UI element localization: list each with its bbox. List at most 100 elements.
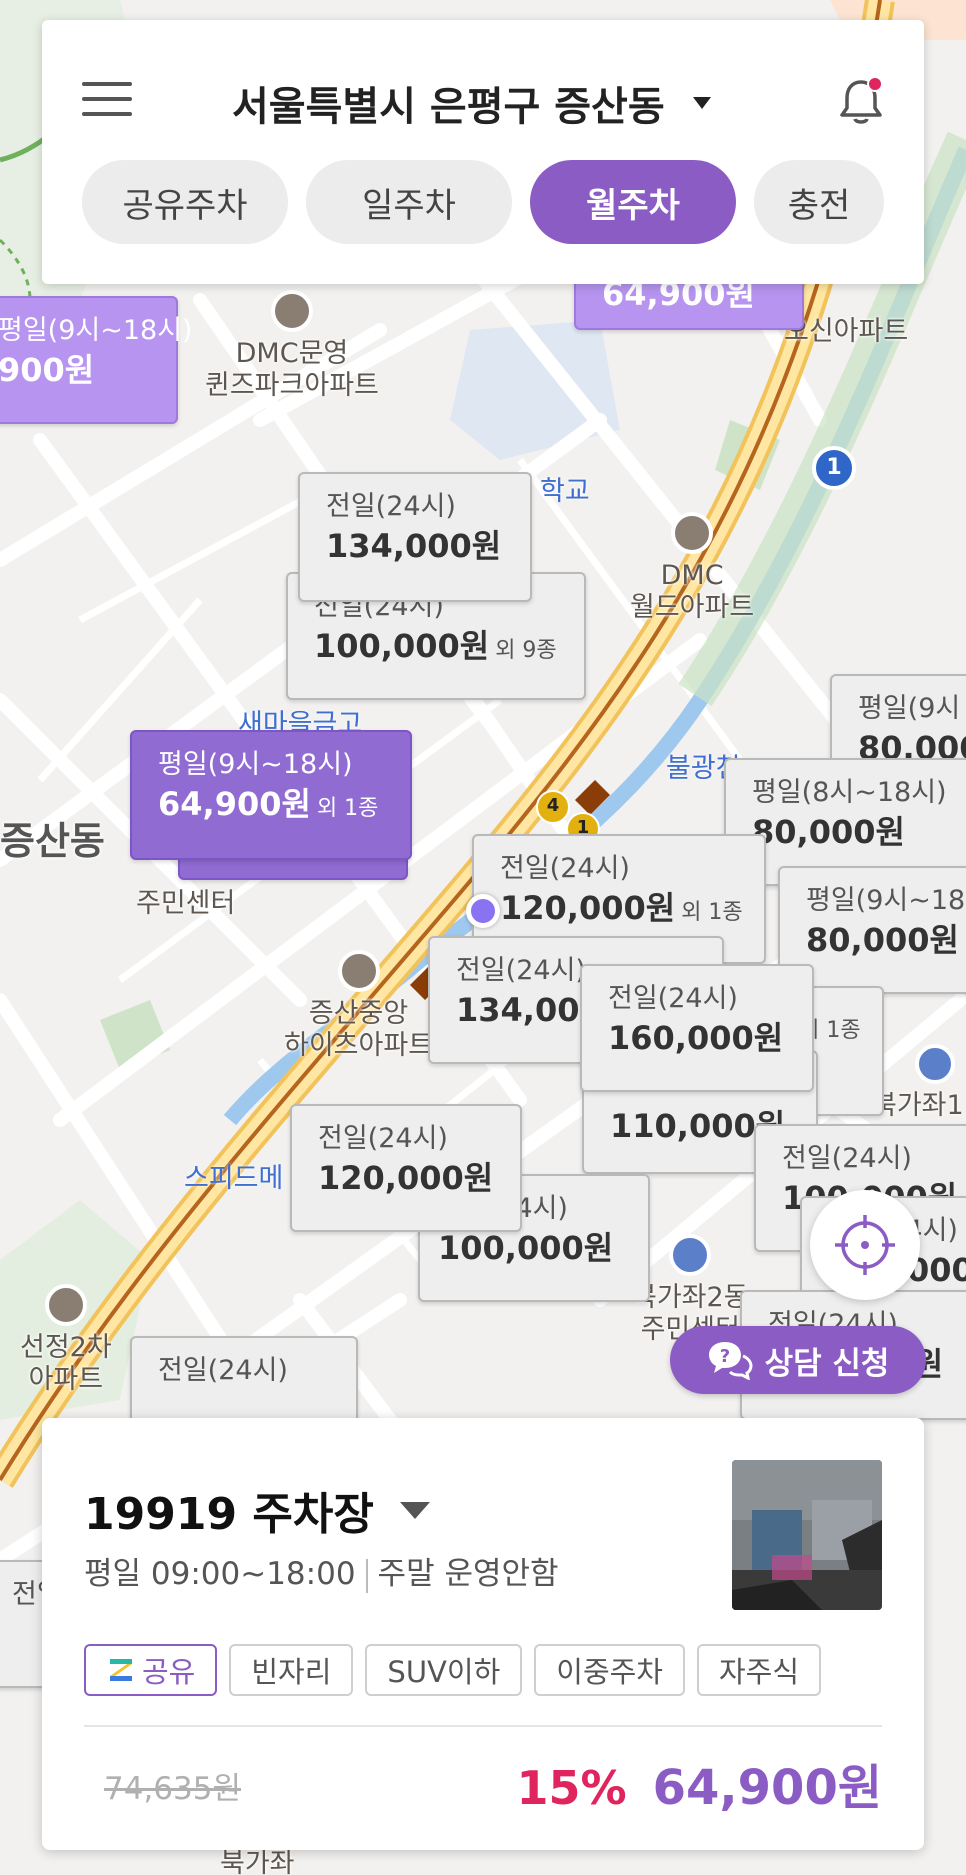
place-line: 증산중앙: [308, 998, 409, 1029]
place-line: 북가좌: [220, 1848, 295, 1875]
parking-lot-photo[interactable]: [732, 1460, 882, 1610]
marker-label: 전일: [12, 1579, 62, 1610]
marker-label: 전일(24시): [608, 983, 738, 1014]
share-z-icon: [110, 1659, 132, 1681]
marker-price: 100,000원: [438, 1229, 614, 1267]
bell-icon[interactable]: [838, 76, 884, 126]
locate-me-button[interactable]: [810, 1190, 920, 1300]
place-speed: 스피드메: [184, 1163, 284, 1194]
place-line: 퀸즈파크아파트: [205, 370, 379, 401]
marker-price: 120,000원: [500, 889, 676, 927]
marker-price: 160,000원: [608, 1019, 784, 1057]
tag-double-parking: 이중주차: [534, 1644, 685, 1696]
price-marker[interactable]: 전일(24시) 120,000원: [290, 1104, 522, 1232]
price-marker[interactable]: 전일(24시) 134,000원: [298, 472, 532, 602]
place-line: 학교: [540, 476, 590, 507]
marker-price: 100,000원: [314, 627, 490, 665]
government-pin-icon: [669, 1234, 712, 1276]
place-school: 학교: [540, 476, 590, 508]
discount-rate: 15%: [516, 1761, 627, 1815]
price-row: 15% 64,900원: [517, 1748, 883, 1818]
place-seonjeong: 선정2차 아파트: [20, 1284, 112, 1396]
marker-label: 평일(9시~18시): [0, 315, 193, 346]
lot-name: 19919 주차장: [84, 1489, 374, 1540]
subway-line-badge: 1: [812, 446, 856, 490]
road-badge: 4: [536, 790, 570, 824]
apartment-pin-icon: [270, 290, 313, 332]
marker-price: 900원: [0, 351, 95, 389]
marker-price: 80,000원: [806, 921, 959, 959]
current-location-dot: [466, 894, 500, 928]
photo-image: [732, 1460, 882, 1610]
place-line: 북가좌119: [872, 1090, 966, 1121]
marker-price: 64,900원: [158, 785, 311, 823]
chat-question-icon: ?: [708, 1342, 753, 1380]
weekday-hours: 평일 09:00~18:00: [84, 1556, 356, 1592]
price-marker[interactable]: 평일(9시~18시) 900원: [0, 296, 193, 424]
operating-hours: 평일 09:00~18:00 주말 운영안함: [84, 1548, 559, 1593]
area-jeungsan: 증산동: [0, 819, 105, 863]
marker-more: 외 1종: [316, 796, 379, 821]
place-line: DMC: [660, 560, 724, 591]
card-divider: [84, 1725, 882, 1727]
place-line: 월드아파트: [630, 592, 755, 623]
marker-label: 전일(24시): [158, 1355, 288, 1386]
tab-monthly-parking[interactable]: 월주차: [530, 160, 736, 244]
final-price: 64,900원: [652, 1760, 882, 1816]
crosshair-icon: [835, 1215, 895, 1275]
consult-label: 상담 신청: [764, 1345, 890, 1382]
header-card: 서울특별시 은평구 증산동 공유주차 일주차 월주차 충전: [42, 20, 924, 284]
marker-label: 전일(24시): [326, 491, 456, 522]
place-line: DMC문영: [235, 338, 349, 369]
place-line: 하이츠아파트: [284, 1030, 434, 1061]
tag-label: 공유: [142, 1655, 196, 1689]
feature-tags: 공유 빈자리 SUV이하 이중주차 자주식: [84, 1644, 822, 1696]
place-line: 아파트: [28, 1364, 104, 1395]
weekend-hours: 주말 운영안함: [377, 1556, 559, 1592]
marker-label: 평일(9시~18시): [158, 749, 353, 780]
parking-lot-card[interactable]: 19919 주차장 평일 09:00~18:00 주말 운영안함 공유 빈자리 S…: [42, 1418, 924, 1850]
menu-icon[interactable]: [82, 82, 132, 120]
marker-price: 120,000원: [318, 1159, 494, 1197]
tab-shared-parking[interactable]: 공유주차: [82, 160, 288, 244]
tag-suv: SUV이하: [365, 1644, 523, 1696]
divider: [365, 1558, 368, 1593]
place-community: 주민센터: [136, 888, 235, 920]
parking-type-tabs: 공유주차 일주차 월주차 충전: [82, 160, 884, 244]
marker-label: 전일(24시): [318, 1123, 448, 1154]
price-marker[interactable]: 전일(24시) 160,000원: [580, 964, 814, 1092]
apartment-pin-icon: [337, 950, 380, 992]
place-dmc-world: DMC 월드아파트: [630, 512, 754, 624]
place-fire: 북가좌119: [872, 1044, 966, 1122]
location-selector[interactable]: 서울특별시 은평구 증산동: [232, 74, 711, 132]
place-bukgajwa-bottom: 북가좌: [220, 1848, 295, 1875]
apartment-pin-icon: [44, 1284, 87, 1326]
caret-down-icon: [692, 97, 711, 109]
tab-daily-parking[interactable]: 일주차: [306, 160, 512, 244]
place-jeungsan-heights: 증산중앙 하이츠아파트: [284, 950, 433, 1062]
tag-vacancy: 빈자리: [229, 1644, 354, 1696]
price-marker-selected[interactable]: 평일(9시~18시) 64,900원 외 1종: [130, 730, 412, 860]
marker-price: 80,000원: [752, 813, 905, 851]
marker-label: 전일(24시): [500, 853, 630, 884]
marker-more: 외 9종: [495, 638, 557, 663]
consult-button[interactable]: ? 상담 신청: [670, 1326, 926, 1394]
caret-down-icon: [399, 1501, 430, 1519]
fire-station-icon: [915, 1044, 956, 1084]
tag-share: 공유: [84, 1644, 218, 1696]
lot-name-selector[interactable]: 19919 주차장: [84, 1478, 430, 1542]
place-line: 선정2차: [20, 1332, 112, 1363]
marker-label: 평일(9시~18시): [806, 885, 966, 916]
marker-label: 평일(9시: [858, 693, 961, 724]
marker-price: 134,000원: [326, 527, 502, 565]
marker-label: 평일(8시~18시): [752, 777, 947, 808]
original-price: 74,635원: [104, 1771, 241, 1807]
place-line: 주민센터: [136, 888, 236, 919]
marker-more: 외 1종: [681, 900, 743, 925]
tab-charging[interactable]: 충전: [754, 160, 884, 244]
tag-self-parking: 자주식: [697, 1644, 822, 1696]
place-dmc-queens: DMC문영 퀸즈파크아파트: [205, 290, 379, 402]
marker-label: 전일(24시): [782, 1143, 912, 1174]
svg-text:?: ?: [719, 1346, 729, 1367]
apartment-pin-icon: [671, 512, 714, 554]
